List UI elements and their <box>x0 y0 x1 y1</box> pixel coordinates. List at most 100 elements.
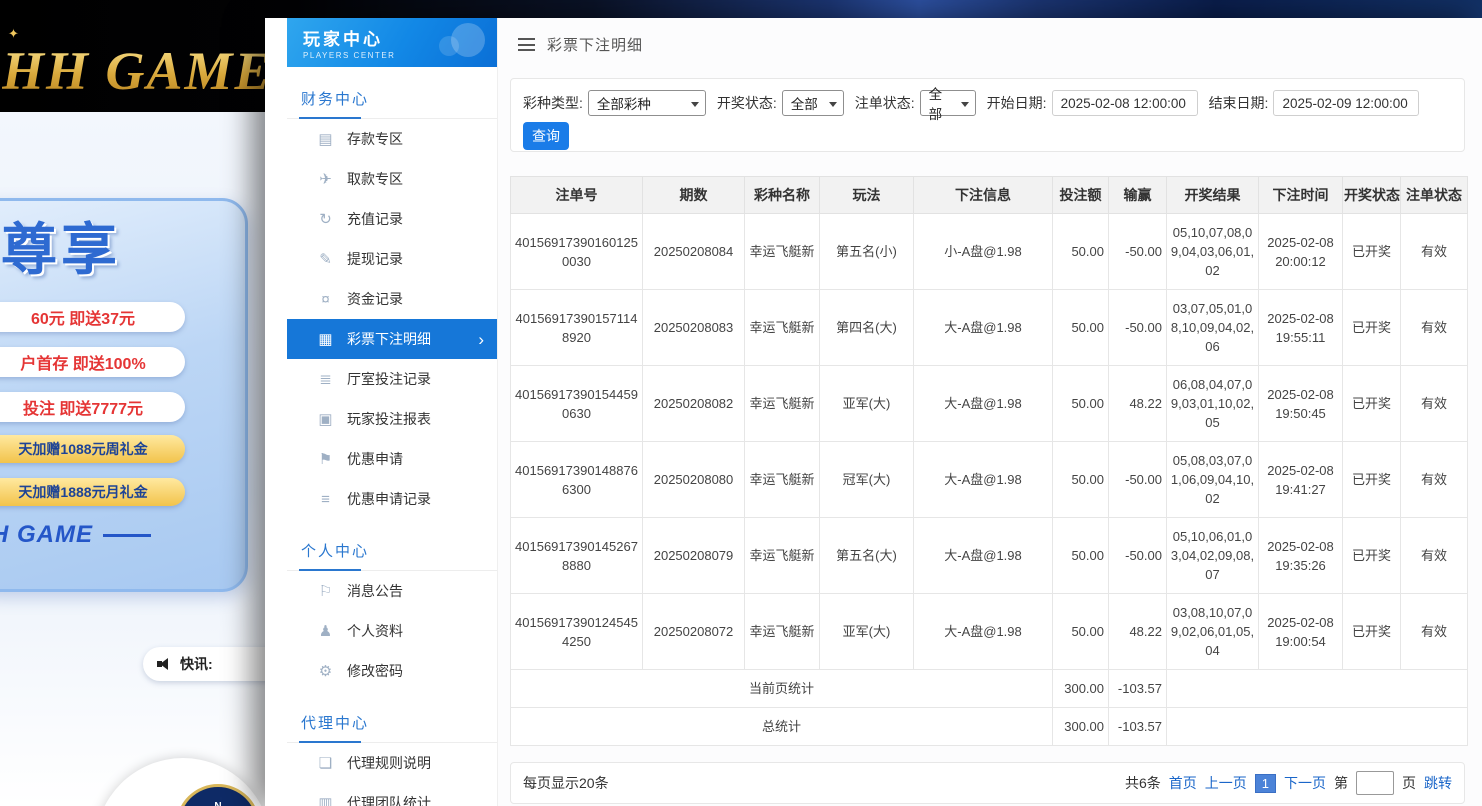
sidebar-item-promo-apply[interactable]: ⚑优惠申请 <box>287 439 497 479</box>
bet-status-select[interactable]: 全部 <box>920 90 976 116</box>
table-cell: 大-A盘@1.98 <box>914 518 1053 594</box>
sidebar-item-label: 个人资料 <box>347 621 403 641</box>
chevron-down-icon <box>961 102 969 111</box>
first-page-link[interactable]: 首页 <box>1169 773 1197 793</box>
draw-status-select[interactable]: 全部 <box>782 90 844 116</box>
column-header: 注单号 <box>511 177 643 214</box>
sidebar-item-hall-bet-records[interactable]: ≣厅室投注记录 <box>287 359 497 399</box>
summary-empty <box>1167 708 1468 746</box>
table-cell: 幸运飞艇新 <box>745 594 820 670</box>
sidebar-item-label: 修改密码 <box>347 661 403 681</box>
table-cell: 亚军(大) <box>820 366 914 442</box>
recharge-icon: ↻ <box>317 210 334 228</box>
promo-pill: 60元 即送37元 <box>0 302 185 332</box>
table-cell: 401569173901245454250 <box>511 594 643 670</box>
table-cell: 幸运飞艇新 <box>745 518 820 594</box>
sidebar-item-agent-team-stats[interactable]: ▥代理团队统计 <box>287 783 497 806</box>
table-cell: 401569173901488766300 <box>511 442 643 518</box>
sidebar-section-title: 个人中心 <box>287 534 497 571</box>
table-cell: 50.00 <box>1053 214 1109 290</box>
table-cell: 已开奖 <box>1343 290 1401 366</box>
lottery-type-select[interactable]: 全部彩种 <box>588 90 706 116</box>
bet-list-icon: ▦ <box>317 330 334 348</box>
promo-pill-gold: 天加赠1088元周礼金 <box>0 435 185 463</box>
start-date-group: 开始日期: <box>987 90 1198 116</box>
column-header: 开奖结果 <box>1167 177 1259 214</box>
summary-winloss-total: -103.57 <box>1109 708 1167 746</box>
table-cell: 有效 <box>1401 442 1468 518</box>
table-cell: 大-A盘@1.98 <box>914 442 1053 518</box>
sidebar-item-fund-records[interactable]: ¤资金记录 <box>287 279 497 319</box>
table-cell: 幸运飞艇新 <box>745 290 820 366</box>
sidebar-item-label: 优惠申请 <box>347 449 403 469</box>
bet-status-label: 注单状态: <box>855 93 915 113</box>
table-cell: 大-A盘@1.98 <box>914 366 1053 442</box>
column-header: 输赢 <box>1109 177 1167 214</box>
promo-headline: 尊享 <box>1 205 121 286</box>
prev-page-link[interactable]: 上一页 <box>1205 773 1247 793</box>
sidebar-subtitle: PLAYERS CENTER <box>303 51 497 60</box>
sidebar-item-withdraw-zone[interactable]: ✈取款专区 <box>287 159 497 199</box>
sidebar-item-profile[interactable]: ♟个人资料 <box>287 611 497 651</box>
badge-letter: N <box>214 801 221 806</box>
table-cell: 401569173901571148920 <box>511 290 643 366</box>
table-cell: 06,08,04,07,09,03,01,10,02,05 <box>1167 366 1259 442</box>
hall-list-icon: ≣ <box>317 370 334 388</box>
table-cell: 已开奖 <box>1343 366 1401 442</box>
table-cell: 03,08,10,07,09,02,06,01,05,04 <box>1167 594 1259 670</box>
start-date-input[interactable] <box>1052 90 1198 116</box>
page-jump-input[interactable] <box>1356 771 1394 795</box>
sidebar-item-agent-rules[interactable]: ❏代理规则说明 <box>287 743 497 783</box>
table-cell: 20250208072 <box>643 594 745 670</box>
grid-icon: ▥ <box>317 794 334 806</box>
sidebar-item-withdraw-records[interactable]: ✎提现记录 <box>287 239 497 279</box>
draw-status-label: 开奖状态: <box>717 93 777 113</box>
sidebar-item-change-password[interactable]: ⚙修改密码 <box>287 651 497 691</box>
sidebar-item-player-bet-report[interactable]: ▣玩家投注报表 <box>287 399 497 439</box>
table-cell: 50.00 <box>1053 366 1109 442</box>
table-cell: 大-A盘@1.98 <box>914 594 1053 670</box>
sidebar-item-label: 消息公告 <box>347 581 403 601</box>
sidebar-item-label: 彩票下注明细 <box>347 329 431 349</box>
table-cell: -50.00 <box>1109 290 1167 366</box>
table-cell: 2025-02-08 19:50:45 <box>1259 366 1343 442</box>
sidebar-title: 玩家中心 <box>303 25 497 50</box>
sidebar-item-lottery-bet-details[interactable]: ▦彩票下注明细› <box>287 319 497 359</box>
table-cell: 03,07,05,01,08,10,09,04,02,06 <box>1167 290 1259 366</box>
summary-label: 总统计 <box>511 708 1053 746</box>
filter-row: 彩种类型: 全部彩种 开奖状态: 全部 注单 <box>523 90 1430 116</box>
jump-button[interactable]: 跳转 <box>1424 773 1452 793</box>
main-content: 彩票下注明细 彩种类型: 全部彩种 开奖状态: 全部 <box>498 18 1482 806</box>
search-button[interactable]: 查询 <box>523 122 569 150</box>
table-cell: 05,10,07,08,09,04,03,06,01,02 <box>1167 214 1259 290</box>
content-topbar: 彩票下注明细 <box>518 34 643 55</box>
sidebar-item-label: 优惠申请记录 <box>347 489 431 509</box>
sidebar-item-recharge-records[interactable]: ↻ 充值记录 <box>287 199 497 239</box>
player-center-panel: 玩家中心 PLAYERS CENTER 财务中心▤存款专区✈取款专区↻充值记录✎… <box>265 18 1482 806</box>
next-page-link[interactable]: 下一页 <box>1284 773 1326 793</box>
promo-banner: 尊享 60元 即送37元 户首存 即送100% 投注 即送7777元 天加赠10… <box>0 198 248 592</box>
table-cell: 50.00 <box>1053 594 1109 670</box>
sidebar-item-deposit-zone[interactable]: ▤存款专区 <box>287 119 497 159</box>
table-cell: 20250208079 <box>643 518 745 594</box>
jump-label-post: 页 <box>1402 773 1416 793</box>
edit-icon: ✎ <box>317 250 334 268</box>
menu-icon[interactable] <box>518 38 535 51</box>
chevron-down-icon <box>829 102 837 111</box>
news-label: 快讯: <box>180 654 213 674</box>
sidebar-item-label: 存款专区 <box>347 129 403 149</box>
current-page[interactable]: 1 <box>1255 774 1276 793</box>
sidebar-section-title: 代理中心 <box>287 706 497 743</box>
summary-row-current-page: 当前页统计 300.00 -103.57 <box>511 670 1468 708</box>
table-cell: 第五名(小) <box>820 214 914 290</box>
sidebar-item-promo-apply-records[interactable]: ≡优惠申请记录 <box>287 479 497 519</box>
table-cell: 20250208080 <box>643 442 745 518</box>
sidebar-item-messages[interactable]: ⚐消息公告 <box>287 571 497 611</box>
table-row: 40156917390124545425020250208072幸运飞艇新亚军(… <box>511 594 1468 670</box>
end-date-input[interactable] <box>1273 90 1419 116</box>
sidebar-item-label: 充值记录 <box>347 209 403 229</box>
table-cell: 20250208082 <box>643 366 745 442</box>
bets-table: 注单号期数彩种名称玩法下注信息投注额输赢开奖结果下注时间开奖状态注单状态 401… <box>510 176 1468 746</box>
table-cell: 05,10,06,01,03,04,02,09,08,07 <box>1167 518 1259 594</box>
report-icon: ▣ <box>317 410 334 428</box>
